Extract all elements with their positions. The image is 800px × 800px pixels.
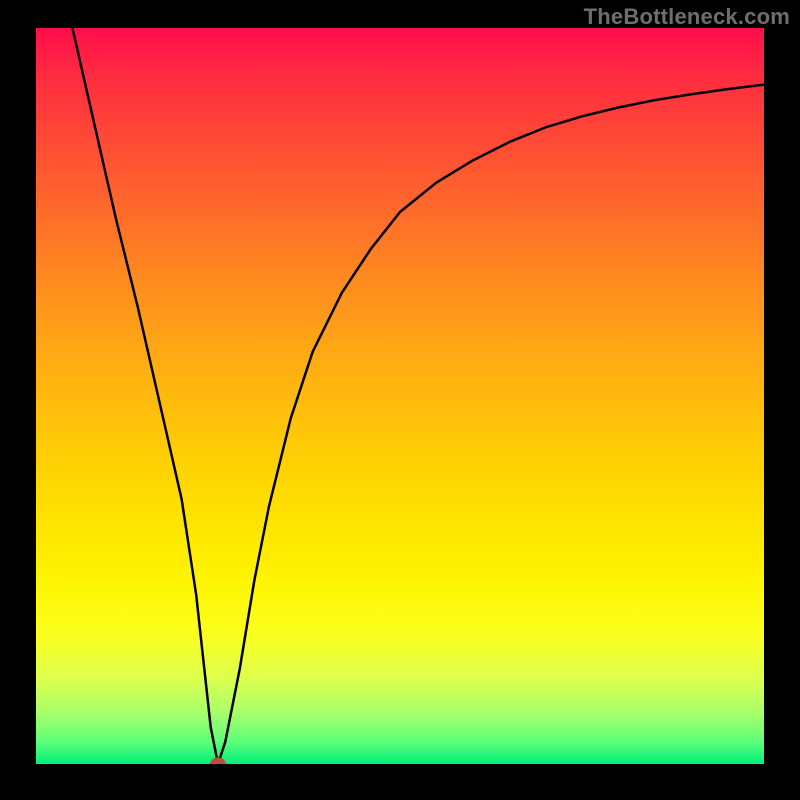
plot-area (36, 28, 764, 764)
watermark-label: TheBottleneck.com (584, 4, 790, 30)
bottleneck-curve (36, 28, 764, 764)
optimal-point-marker (210, 758, 226, 765)
chart-frame: TheBottleneck.com (0, 0, 800, 800)
